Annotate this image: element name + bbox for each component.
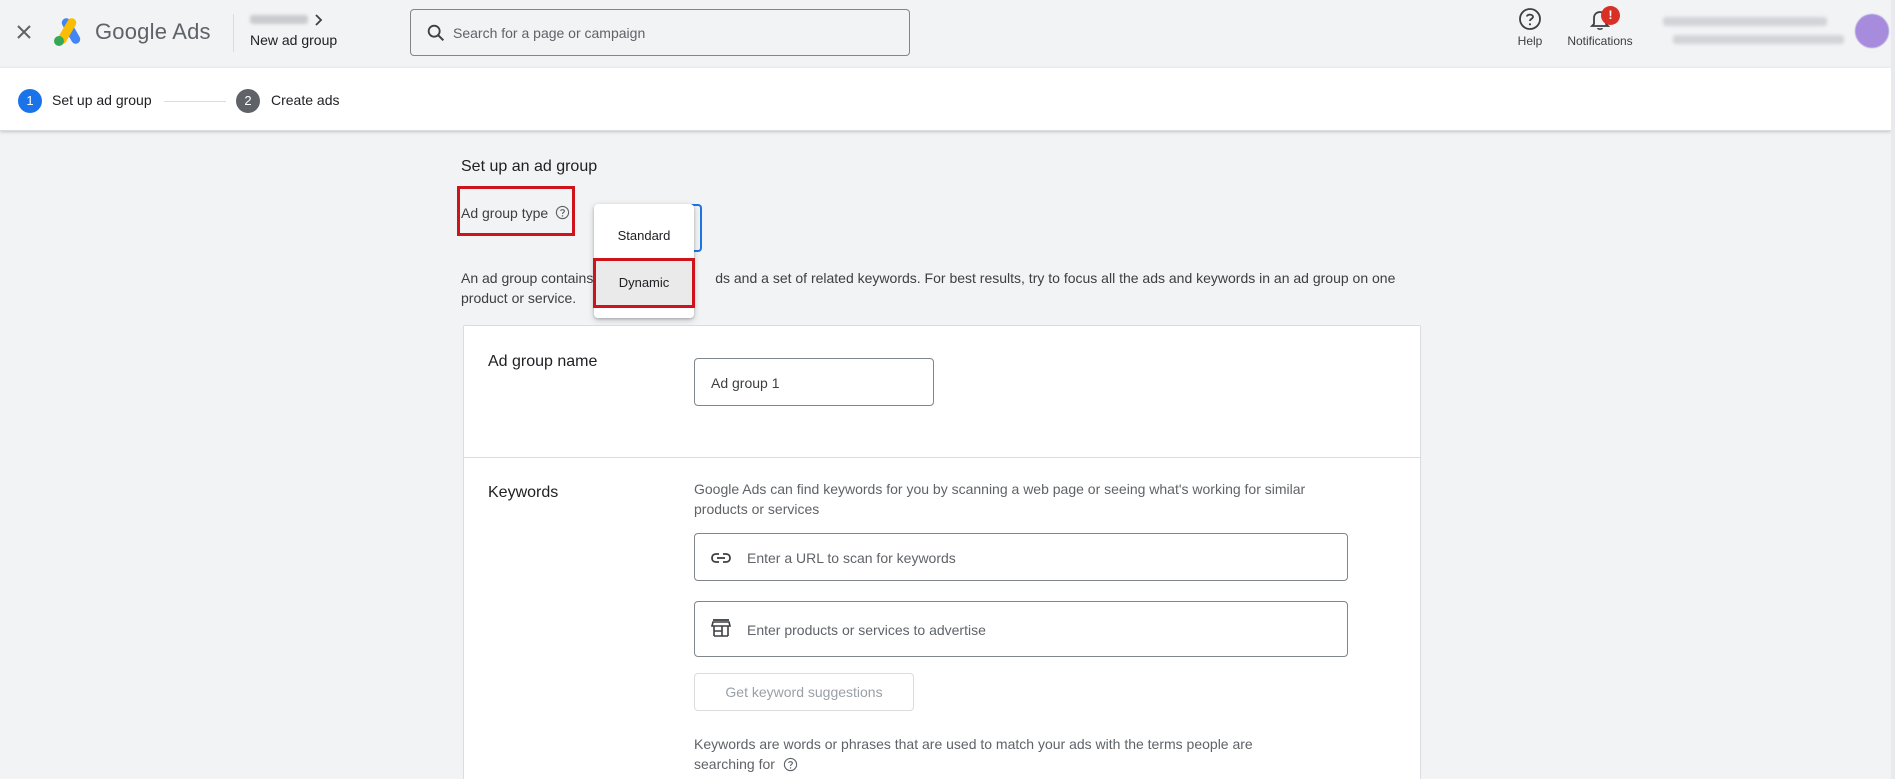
product-name: Google Ads xyxy=(95,19,211,44)
help-icon[interactable] xyxy=(783,757,798,772)
breadcrumb-account[interactable] xyxy=(250,15,308,24)
url-scan-field[interactable] xyxy=(694,533,1348,581)
ad-group-name-field[interactable] xyxy=(694,358,934,406)
store-icon xyxy=(710,619,732,637)
ad-group-name-input[interactable] xyxy=(711,371,921,395)
ad-group-type-label: Ad group type xyxy=(461,205,549,221)
keywords-note: Keywords are words or phrases that are u… xyxy=(694,734,1314,774)
section-title: Set up an ad group xyxy=(461,158,598,175)
chevron-right-icon xyxy=(315,14,323,26)
menu-item-standard[interactable]: Standard xyxy=(594,214,694,258)
keywords-note-text: Keywords are words or phrases that are u… xyxy=(694,736,1253,772)
page-title: New ad group xyxy=(250,32,338,48)
top-app-bar: Google Ads New ad group Help ! Notificat… xyxy=(0,0,1895,68)
step-2-number[interactable]: 2 xyxy=(236,89,260,113)
google-ads-logo-icon[interactable] xyxy=(52,16,86,48)
products-field[interactable] xyxy=(694,601,1348,657)
header-divider xyxy=(233,14,234,52)
step-1-label[interactable]: Set up ad group xyxy=(52,92,152,108)
notifications-label: Notifications xyxy=(1567,34,1633,48)
account-email[interactable] xyxy=(1673,35,1844,44)
link-icon xyxy=(711,553,731,563)
products-input[interactable] xyxy=(747,618,1327,642)
scrollbar-track[interactable] xyxy=(1891,0,1895,779)
help-button[interactable]: Help xyxy=(1512,6,1548,48)
card-divider xyxy=(464,457,1420,458)
step-2-label[interactable]: Create ads xyxy=(271,92,339,108)
search-bar[interactable] xyxy=(410,9,910,56)
ad-group-card: Ad group name Keywords Google Ads can fi… xyxy=(463,325,1421,779)
step-1-number[interactable]: 1 xyxy=(18,89,42,113)
step-connector xyxy=(164,101,226,102)
get-keyword-suggestions-button[interactable]: Get keyword suggestions xyxy=(694,673,914,711)
ad-group-name-label: Ad group name xyxy=(488,353,598,370)
search-input[interactable] xyxy=(453,20,893,46)
avatar[interactable] xyxy=(1855,14,1889,48)
search-icon xyxy=(427,24,445,42)
keywords-label: Keywords xyxy=(488,484,559,501)
stepper: 1 Set up ad group 2 Create ads xyxy=(0,68,1891,131)
url-input[interactable] xyxy=(747,546,1327,570)
description-start: An ad group contains xyxy=(461,270,594,286)
notification-badge: ! xyxy=(1601,6,1620,25)
keywords-help-text: Google Ads can find keywords for you by … xyxy=(694,481,1306,517)
help-icon[interactable] xyxy=(555,205,570,220)
help-label: Help xyxy=(1517,34,1543,48)
account-name[interactable] xyxy=(1663,17,1827,26)
close-icon[interactable] xyxy=(12,20,36,44)
notifications-button[interactable]: ! Notifications xyxy=(1561,6,1639,48)
menu-item-dynamic[interactable]: Dynamic xyxy=(593,258,695,308)
ad-group-type-menu: Standard Dynamic xyxy=(593,204,695,318)
help-icon xyxy=(1519,8,1541,30)
